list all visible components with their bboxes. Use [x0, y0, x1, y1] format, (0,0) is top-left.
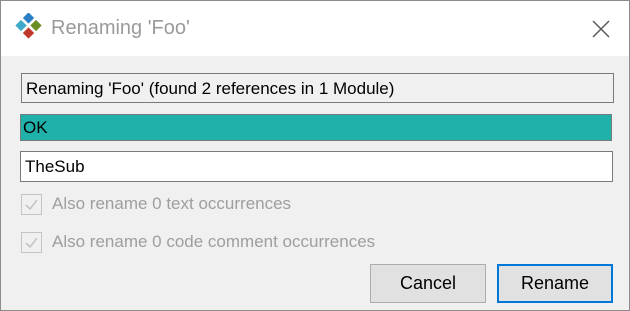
checkmark-icon	[25, 237, 38, 248]
rename-comment-occurrences-checkbox	[21, 231, 42, 253]
rename-dialog: Renaming 'Foo' Renaming 'Foo' (found 2 r…	[0, 0, 630, 311]
title-bar: Renaming 'Foo'	[1, 1, 629, 56]
rename-text-occurrences-checkbox	[21, 193, 42, 215]
rubberduck-logo-icon	[15, 13, 42, 39]
references-status: Renaming 'Foo' (found 2 references in 1 …	[21, 73, 614, 103]
rename-text-occurrences-label: Also rename 0 text occurrences	[52, 194, 292, 213]
checkmark-icon	[25, 199, 38, 210]
validation-status: OK	[20, 114, 612, 141]
rename-button[interactable]: Rename	[497, 264, 613, 303]
window-title: Renaming 'Foo'	[51, 17, 190, 39]
rename-comment-occurrences-option: Also rename 0 code comment occurrences	[21, 230, 375, 254]
new-name-input[interactable]	[20, 151, 613, 182]
cancel-button[interactable]: Cancel	[370, 264, 486, 303]
close-icon[interactable]	[585, 13, 617, 45]
rename-text-occurrences-option: Also rename 0 text occurrences	[21, 192, 291, 216]
rename-comment-occurrences-label: Also rename 0 code comment occurrences	[52, 232, 376, 251]
